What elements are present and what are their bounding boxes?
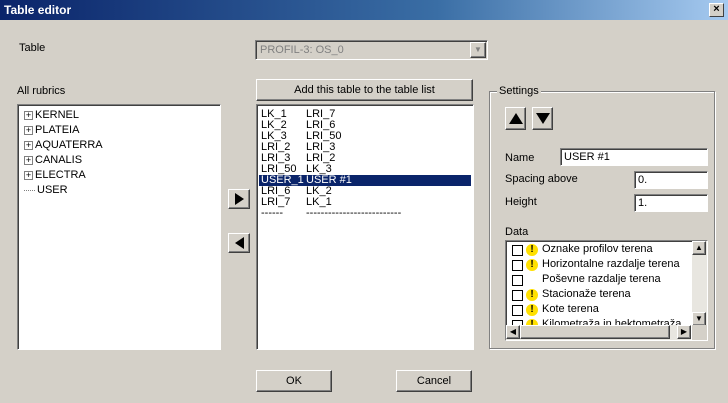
data-item-checkbox[interactable] <box>512 305 523 316</box>
table-row[interactable]: LRI_2 LRI_3 <box>259 142 471 153</box>
tree-item-label: CANALIS <box>35 154 83 166</box>
expand-icon[interactable]: + <box>24 110 33 120</box>
close-button[interactable]: × <box>709 3 724 17</box>
move-down-button[interactable] <box>532 107 553 130</box>
name-field[interactable]: USER #1 <box>560 148 708 166</box>
tree-item-aquaterra[interactable]: + AQUATERRA <box>24 139 103 154</box>
down-arrow-icon <box>535 113 550 124</box>
tree-item-label: KERNEL <box>35 109 80 121</box>
ok-button[interactable]: OK <box>256 370 332 392</box>
window-title: Table editor <box>4 3 72 17</box>
table-select[interactable]: PROFIL-3: OS_0 ▼ <box>255 40 488 60</box>
data-item[interactable]: ! Horizontalne razdalje terena <box>508 257 691 272</box>
warning-icon: ! <box>526 289 538 301</box>
scroll-right-icon[interactable]: ▶ <box>677 325 691 339</box>
data-item-label: Poševne razdalje terena <box>542 273 661 285</box>
warning-icon: ! <box>526 259 538 271</box>
tree-item-label: ELECTRA <box>35 169 86 181</box>
data-label: Data <box>505 226 529 238</box>
data-item-checkbox[interactable] <box>512 275 523 286</box>
move-left-button[interactable] <box>228 233 250 253</box>
name-field-value: USER #1 <box>564 151 610 163</box>
tree-line <box>24 189 35 191</box>
chevron-down-icon[interactable]: ▼ <box>470 42 486 58</box>
table-list[interactable]: LK_1 LRI_7 LK_2 LRI_6 LK_3 LRI_50 LRI_2 LRI_3 LR… <box>256 104 474 350</box>
scroll-left-icon[interactable]: ◀ <box>506 325 520 339</box>
table-row-name: -------------------------- <box>306 207 402 219</box>
data-item-label: Kote terena <box>542 303 599 315</box>
data-item-checkbox[interactable] <box>512 260 523 271</box>
data-item-label: Oznake profilov terena <box>542 243 653 255</box>
cancel-button[interactable]: Cancel <box>396 370 472 392</box>
table-row[interactable]: USER_1 USER #1 <box>259 175 471 186</box>
right-arrow-icon <box>234 193 244 205</box>
data-list[interactable]: ! Oznake profilov terena! Horizontalne raz… <box>505 240 708 341</box>
data-item[interactable]: ! Kote terena <box>508 302 691 317</box>
tree-item-user[interactable]: USER <box>24 184 68 199</box>
height-field[interactable]: 1. <box>634 194 708 212</box>
tree-item-electra[interactable]: + ELECTRA <box>24 169 86 184</box>
data-item[interactable]: ! Stacionaže terena <box>508 287 691 302</box>
name-label: Name <box>505 152 535 164</box>
expand-icon[interactable]: + <box>24 125 33 135</box>
tree-item-label: AQUATERRA <box>35 139 103 151</box>
table-row[interactable]: LRI_6 LK_2 <box>259 186 471 197</box>
data-item-checkbox[interactable] <box>512 245 523 256</box>
up-arrow-icon <box>508 113 523 124</box>
expand-icon[interactable]: + <box>24 170 33 180</box>
scroll-thumb[interactable] <box>520 325 670 339</box>
horizontal-scrollbar[interactable]: ◀ ▶ <box>506 325 691 340</box>
data-item[interactable]: ! Oznake profilov terena <box>508 242 691 257</box>
spacing-field-value: 0. <box>638 174 648 186</box>
tree-item-label: PLATEIA <box>35 124 80 136</box>
data-item[interactable]: Poševne razdalje terena <box>508 272 691 287</box>
table-select-value: PROFIL-3: OS_0 <box>260 44 344 56</box>
move-up-button[interactable] <box>505 107 526 130</box>
height-field-value: 1. <box>638 197 648 209</box>
table-row-id: ------ <box>261 207 283 219</box>
settings-legend: Settings <box>497 85 541 97</box>
scroll-up-icon[interactable]: ▲ <box>692 241 706 255</box>
warning-icon: ! <box>526 244 538 256</box>
scroll-corner <box>692 325 707 340</box>
table-row[interactable]: ------ -------------------------- <box>259 208 471 219</box>
data-item-label: Stacionaže terena <box>542 288 631 300</box>
rubrics-tree[interactable]: + KERNEL + PLATEIA + AQUATERRA + CANALIS + ELECTR… <box>17 104 221 350</box>
expand-icon[interactable]: + <box>24 155 33 165</box>
height-label: Height <box>505 196 537 208</box>
tree-item-label: USER <box>37 184 68 196</box>
tree-item-kernel[interactable]: + KERNEL <box>24 109 79 124</box>
expand-icon[interactable]: + <box>24 140 33 150</box>
left-arrow-icon <box>234 237 244 249</box>
vertical-scrollbar[interactable]: ▲ ▼ <box>692 241 707 326</box>
warning-icon: ! <box>526 304 538 316</box>
add-table-button[interactable]: Add this table to the table list <box>256 79 473 101</box>
spacing-field[interactable]: 0. <box>634 171 708 189</box>
rubrics-label: All rubrics <box>17 85 66 97</box>
title-bar: Table editor × <box>0 0 728 20</box>
tree-item-plateia[interactable]: + PLATEIA <box>24 124 79 139</box>
table-row[interactable]: LK_1 LRI_7 <box>259 109 471 120</box>
table-row[interactable]: LK_3 LRI_50 <box>259 131 471 142</box>
spacing-label: Spacing above <box>505 173 578 185</box>
tree-item-canalis[interactable]: + CANALIS <box>24 154 82 169</box>
table-row[interactable]: LK_2 LRI_6 <box>259 120 471 131</box>
table-label: Table <box>19 42 46 54</box>
move-right-button[interactable] <box>228 189 250 209</box>
scroll-down-icon[interactable]: ▼ <box>692 312 706 326</box>
data-item-checkbox[interactable] <box>512 290 523 301</box>
data-item-label: Horizontalne razdalje terena <box>542 258 680 270</box>
